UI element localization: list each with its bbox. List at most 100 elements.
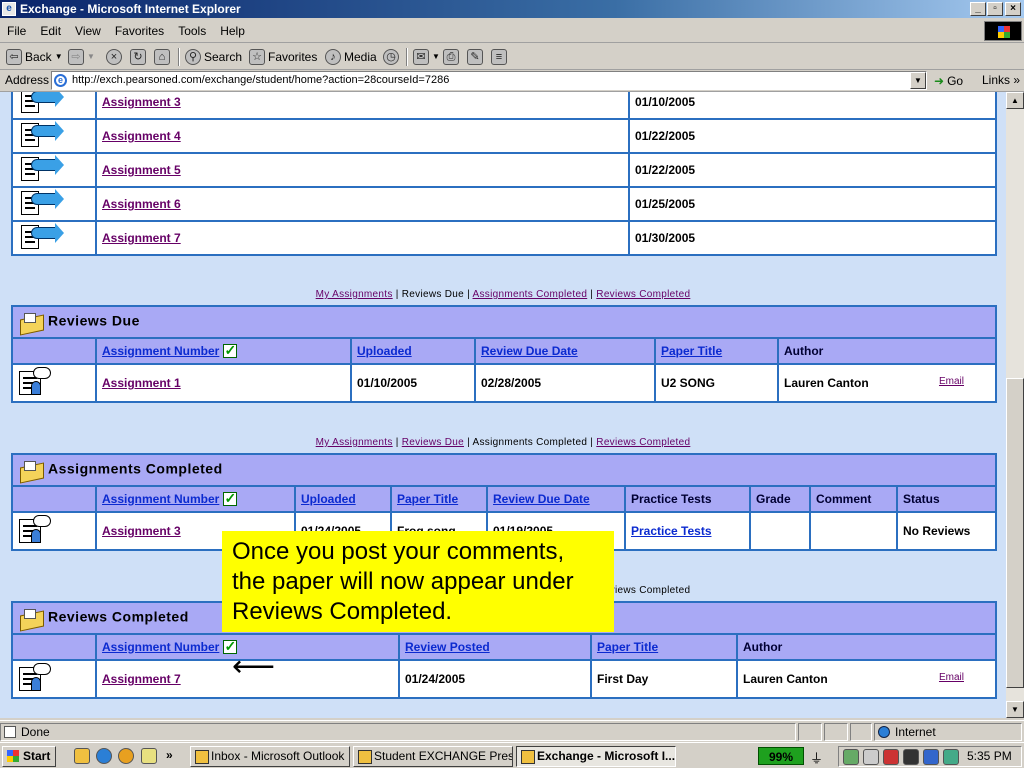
task-outlook[interactable]: Inbox - Microsoft Outlook [190,746,350,767]
forward-button[interactable]: ⇨ ▼ [68,47,95,67]
tray-display-icon[interactable] [903,749,919,765]
window-titlebar: Exchange - Microsoft Internet Explorer [0,0,1024,18]
checkmark-icon: ✓ [223,342,238,359]
header-author: Author [777,337,997,365]
status-bar: Done Internet [0,720,1024,742]
vertical-scrollbar[interactable]: ▲ ▼ [1006,92,1024,718]
practice-tests-link[interactable]: Practice Tests [631,524,712,538]
nav-reviews-completed[interactable]: Reviews Completed [596,437,690,448]
nav-reviews-completed[interactable]: Reviews Completed [596,289,690,300]
ie-quicklaunch-icon[interactable] [96,748,112,764]
assignment-link[interactable]: Assignment 6 [102,197,181,211]
assignment-link[interactable]: Assignment 7 [102,231,181,245]
print-button[interactable]: ⎙ [443,47,459,67]
tray-network-icon[interactable] [843,749,859,765]
assignment-link[interactable]: Assignment 1 [102,376,181,390]
sort-review-due-date[interactable]: Review Due Date [481,344,578,358]
sort-assignment-number[interactable]: Assignment Number [102,640,219,654]
more-quicklaunch-icon[interactable]: » [166,748,173,762]
home-button[interactable]: ⌂ [154,47,170,67]
header-comment: Comment [809,485,898,513]
search-button[interactable]: ⚲ Search [185,47,242,67]
show-desktop-icon[interactable] [74,748,90,764]
assignment-link[interactable]: Assignment 5 [102,163,181,177]
start-button[interactable]: Start [2,746,56,767]
email-link[interactable]: Email [939,376,964,387]
discuss-button[interactable]: ≡ [491,47,507,67]
status-value: No Reviews [896,511,997,551]
nav-reviews-due[interactable]: Reviews Due [402,437,464,448]
sort-paper-title[interactable]: Paper Title [597,640,658,654]
tray-messenger-icon[interactable] [923,749,939,765]
power-plug-icon[interactable]: ⏚ [810,748,823,767]
nav-my-assignments[interactable]: My Assignments [316,437,393,448]
media-player-icon[interactable] [118,748,134,764]
menu-help[interactable]: Help [213,19,252,43]
favorites-label: Favorites [268,50,318,64]
menu-bar: File Edit View Favorites Tools Help [0,19,1024,43]
taskbar: Start » Inbox - Microsoft Outlook Studen… [0,742,1024,768]
sort-paper-title[interactable]: Paper Title [397,492,458,506]
links-label: Links [982,73,1011,87]
scroll-thumb[interactable] [1006,378,1024,688]
tray-security-icon[interactable] [883,749,899,765]
chevron-down-icon: ▼ [54,52,63,61]
minimize-button[interactable]: _ [970,2,986,16]
assignment-link[interactable]: Assignment 7 [102,672,181,686]
history-button[interactable]: ◷ [383,47,399,67]
close-button[interactable]: × [1005,2,1021,16]
menu-view[interactable]: View [68,19,108,43]
sort-paper-title[interactable]: Paper Title [661,344,722,358]
stop-button[interactable]: × [106,47,122,67]
battery-indicator[interactable]: 99% [758,747,804,765]
nav-assignments-completed[interactable]: Assignments Completed [473,289,588,300]
sort-assignment-number[interactable]: Assignment Number [102,492,219,506]
sort-review-due-date[interactable]: Review Due Date [493,492,590,506]
task-exchange-ie[interactable]: Exchange - Microsoft I... [516,746,676,767]
refresh-button[interactable]: ↻ [130,47,146,67]
back-button[interactable]: ⇦ Back ▼ [6,47,63,67]
assignment-link[interactable]: Assignment 3 [102,95,181,109]
menu-tools[interactable]: Tools [171,19,213,43]
address-dropdown-button[interactable]: ▼ [910,72,926,89]
sort-review-posted[interactable]: Review Posted [405,640,490,654]
edit-button[interactable]: ✎ [467,47,483,67]
header-practice-tests: Practice Tests [624,485,751,513]
sort-uploaded[interactable]: Uploaded [301,492,356,506]
mail-icon: ✉ [413,49,429,65]
page-icon: e [54,74,67,87]
assignment-icon [17,222,64,251]
table-row: Assignment 7 01/24/2005 First Day Lauren… [11,659,997,699]
task-presentation[interactable]: Student EXCHANGE Prese... [353,746,513,767]
outlook-quicklaunch-icon[interactable] [141,748,157,764]
clock[interactable]: 5:35 PM [967,747,1012,766]
header-status: Status [896,485,997,513]
mail-button[interactable]: ✉ ▼ [413,47,440,67]
menu-edit[interactable]: Edit [33,19,68,43]
tray-volume-icon[interactable] [863,749,879,765]
book-icon [18,459,44,481]
links-button[interactable]: Links » [982,73,1020,87]
search-icon: ⚲ [185,49,201,65]
header-author: Author [736,633,997,661]
scroll-down-button[interactable]: ▼ [1006,701,1024,718]
address-input[interactable]: http://exch.pearsoned.com/exchange/stude… [51,71,927,90]
go-button[interactable]: ➜ Go [934,72,963,90]
header-grade: Grade [749,485,811,513]
security-zone: Internet [874,723,1022,741]
media-button[interactable]: ♪ Media [325,47,377,67]
favorites-button[interactable]: ☆ Favorites [249,47,317,67]
assignment-link[interactable]: Assignment 4 [102,129,181,143]
assignment-link[interactable]: Assignment 3 [102,524,181,538]
chevron-down-icon: ▼ [432,52,440,61]
sort-assignment-number[interactable]: Assignment Number [102,344,219,358]
nav-my-assignments[interactable]: My Assignments [316,289,393,300]
uploaded-date: 01/10/2005 [350,363,476,403]
menu-favorites[interactable]: Favorites [108,19,171,43]
maximize-button[interactable]: ▫ [987,2,1003,16]
tray-app-icon[interactable] [943,749,959,765]
email-link[interactable]: Email [939,672,964,683]
scroll-up-button[interactable]: ▲ [1006,92,1024,109]
menu-file[interactable]: File [0,19,33,43]
sort-uploaded[interactable]: Uploaded [357,344,412,358]
